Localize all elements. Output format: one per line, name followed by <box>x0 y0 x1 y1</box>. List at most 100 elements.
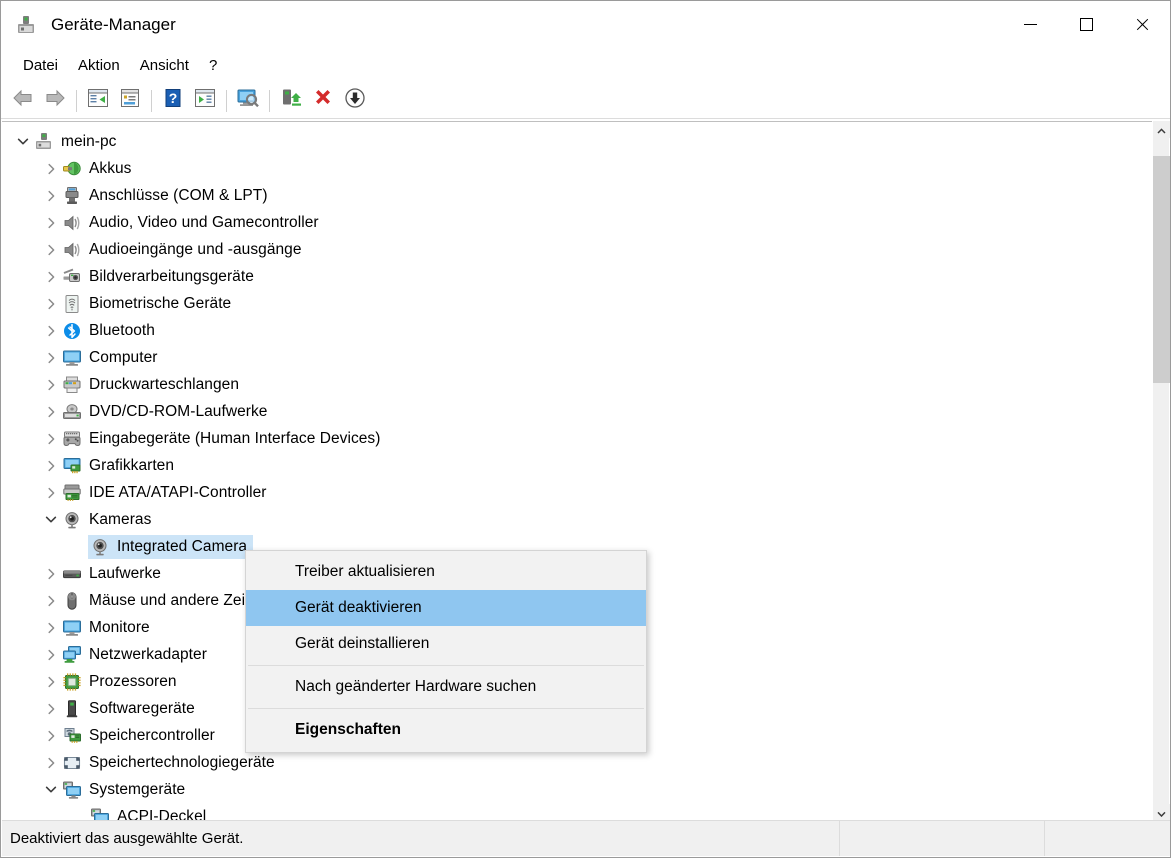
tree-item-content[interactable]: Prozessoren <box>60 670 183 694</box>
chevron-right-icon[interactable] <box>42 487 60 499</box>
toolbar-properties-button[interactable] <box>115 86 145 116</box>
tree-item[interactable]: Anschlüsse (COM & LPT) <box>2 182 1154 209</box>
menu-aktion[interactable]: Aktion <box>68 53 130 78</box>
title-bar: Geräte-Manager <box>1 1 1170 48</box>
tree-item[interactable]: Bluetooth <box>2 317 1154 344</box>
tree-item[interactable]: DVD/CD-ROM-Laufwerke <box>2 398 1154 425</box>
tree-item-content[interactable]: ACPI-Deckel <box>88 805 212 821</box>
tree-item-content[interactable]: Audioeingänge und -ausgänge <box>60 238 308 262</box>
menu-datei[interactable]: Datei <box>13 53 68 78</box>
tree-item[interactable]: Speichertechnologiegeräte <box>2 749 1154 776</box>
tree-item[interactable]: Druckwarteschlangen <box>2 371 1154 398</box>
chevron-down-icon[interactable] <box>42 785 60 794</box>
tree-item-content[interactable]: Audio, Video und Gamecontroller <box>60 211 325 235</box>
forward-arrow-icon <box>43 88 67 113</box>
chevron-right-icon[interactable] <box>42 676 60 688</box>
chevron-right-icon[interactable] <box>42 568 60 580</box>
tree-item-content[interactable]: Druckwarteschlangen <box>60 373 245 397</box>
tree-item[interactable]: Akkus <box>2 155 1154 182</box>
chevron-right-icon[interactable] <box>42 649 60 661</box>
menu-hilfe[interactable]: ? <box>199 53 227 78</box>
toolbar-console-tree-button[interactable] <box>83 86 113 116</box>
ctx-uninstall-device[interactable]: Gerät deinstallieren <box>246 626 646 662</box>
close-button[interactable] <box>1114 1 1170 48</box>
toolbar-back-button[interactable] <box>8 86 38 116</box>
tree-item[interactable]: Biometrische Geräte <box>2 290 1154 317</box>
tree-item-content[interactable]: Monitore <box>60 616 156 640</box>
ctx-scan-hardware-changes[interactable]: Nach geänderter Hardware suchen <box>246 669 646 705</box>
tree-item-content[interactable]: Computer <box>60 346 163 370</box>
tree-item[interactable]: Grafikkarten <box>2 452 1154 479</box>
chevron-right-icon[interactable] <box>42 298 60 310</box>
chevron-right-icon[interactable] <box>42 757 60 769</box>
chevron-right-icon[interactable] <box>42 406 60 418</box>
tree-item-content[interactable]: mein-pc <box>32 130 122 154</box>
minimize-button[interactable] <box>1002 1 1058 48</box>
chevron-right-icon[interactable] <box>42 460 60 472</box>
chevron-right-icon[interactable] <box>42 271 60 283</box>
chevron-right-icon[interactable] <box>42 433 60 445</box>
toolbar-help-button[interactable]: ? <box>158 86 188 116</box>
tree-item[interactable]: Eingabegeräte (Human Interface Devices) <box>2 425 1154 452</box>
tree-item-content[interactable]: Anschlüsse (COM & LPT) <box>60 184 274 208</box>
tree-item-content[interactable]: Bluetooth <box>60 319 161 343</box>
chevron-right-icon[interactable] <box>42 379 60 391</box>
chevron-right-icon[interactable] <box>42 595 60 607</box>
chevron-right-icon[interactable] <box>42 730 60 742</box>
toolbar-scan-hardware-button[interactable] <box>233 86 263 116</box>
ctx-update-driver[interactable]: Treiber aktualisieren <box>246 554 646 590</box>
chevron-right-icon[interactable] <box>42 217 60 229</box>
tree-item[interactable]: Bildverarbeitungsgeräte <box>2 263 1154 290</box>
window-controls <box>1002 1 1170 48</box>
ctx-disable-device[interactable]: Gerät deaktivieren <box>246 590 646 626</box>
toolbar-separator <box>76 89 77 112</box>
chevron-right-icon[interactable] <box>42 244 60 256</box>
tree-item-content[interactable]: Grafikkarten <box>60 454 180 478</box>
tree-item-content[interactable]: Speichercontroller <box>60 724 221 748</box>
scrollbar-thumb[interactable] <box>1153 156 1170 383</box>
tree-item-content[interactable]: Laufwerke <box>60 562 167 586</box>
menu-ansicht[interactable]: Ansicht <box>130 53 199 78</box>
chevron-down-icon[interactable] <box>14 137 32 146</box>
context-menu[interactable]: Treiber aktualisieren Gerät deaktivieren G… <box>245 550 647 753</box>
toolbar-disable-device-button[interactable] <box>340 86 370 116</box>
tree-item[interactable]: Kameras <box>2 506 1154 533</box>
tree-item-content[interactable]: Akkus <box>60 157 137 181</box>
tree-item-content[interactable]: Kameras <box>60 508 157 532</box>
tree-item[interactable]: ACPI-Deckel <box>2 803 1154 821</box>
toolbar-update-driver-button[interactable] <box>190 86 220 116</box>
tree-item-content[interactable]: Eingabegeräte (Human Interface Devices) <box>60 427 386 451</box>
tree-item-content[interactable]: Systemgeräte <box>60 778 191 802</box>
selected-tree-item[interactable]: Integrated Camera <box>88 534 254 559</box>
toolbar-separator <box>151 89 152 112</box>
chevron-right-icon[interactable] <box>42 163 60 175</box>
toolbar-uninstall-device-button[interactable] <box>308 86 338 116</box>
tree-item[interactable]: Audioeingänge und -ausgänge <box>2 236 1154 263</box>
ctx-properties[interactable]: Eigenschaften <box>246 712 646 748</box>
status-bar: Deaktiviert das ausgewählte Gerät. <box>2 820 1170 856</box>
chevron-right-icon[interactable] <box>42 325 60 337</box>
toolbar-forward-button[interactable] <box>40 86 70 116</box>
tree-item-content[interactable]: IDE ATA/ATAPI-Controller <box>60 481 272 505</box>
tree-item-content[interactable]: Netzwerkadapter <box>60 643 213 667</box>
scroll-up-button[interactable] <box>1153 121 1170 138</box>
tree-scrollbar[interactable] <box>1152 121 1170 821</box>
scroll-down-button[interactable] <box>1153 804 1170 821</box>
chevron-right-icon[interactable] <box>42 622 60 634</box>
tree-item-content[interactable]: Biometrische Geräte <box>60 292 237 316</box>
chevron-right-icon[interactable] <box>42 352 60 364</box>
chevron-right-icon[interactable] <box>42 190 60 202</box>
tree-item[interactable]: Audio, Video und Gamecontroller <box>2 209 1154 236</box>
chevron-down-icon[interactable] <box>42 515 60 524</box>
tree-item-content[interactable]: Bildverarbeitungsgeräte <box>60 265 260 289</box>
tree-item[interactable]: Systemgeräte <box>2 776 1154 803</box>
tree-item-content[interactable]: Softwaregeräte <box>60 697 201 721</box>
tree-item[interactable]: mein-pc <box>2 128 1154 155</box>
maximize-button[interactable] <box>1058 1 1114 48</box>
tree-item-content[interactable]: DVD/CD-ROM-Laufwerke <box>60 400 273 424</box>
toolbar-enable-device-button[interactable] <box>276 86 306 116</box>
tree-item[interactable]: IDE ATA/ATAPI-Controller <box>2 479 1154 506</box>
chevron-right-icon[interactable] <box>42 703 60 715</box>
tree-item-content[interactable]: Speichertechnologiegeräte <box>60 751 281 775</box>
tree-item[interactable]: Computer <box>2 344 1154 371</box>
